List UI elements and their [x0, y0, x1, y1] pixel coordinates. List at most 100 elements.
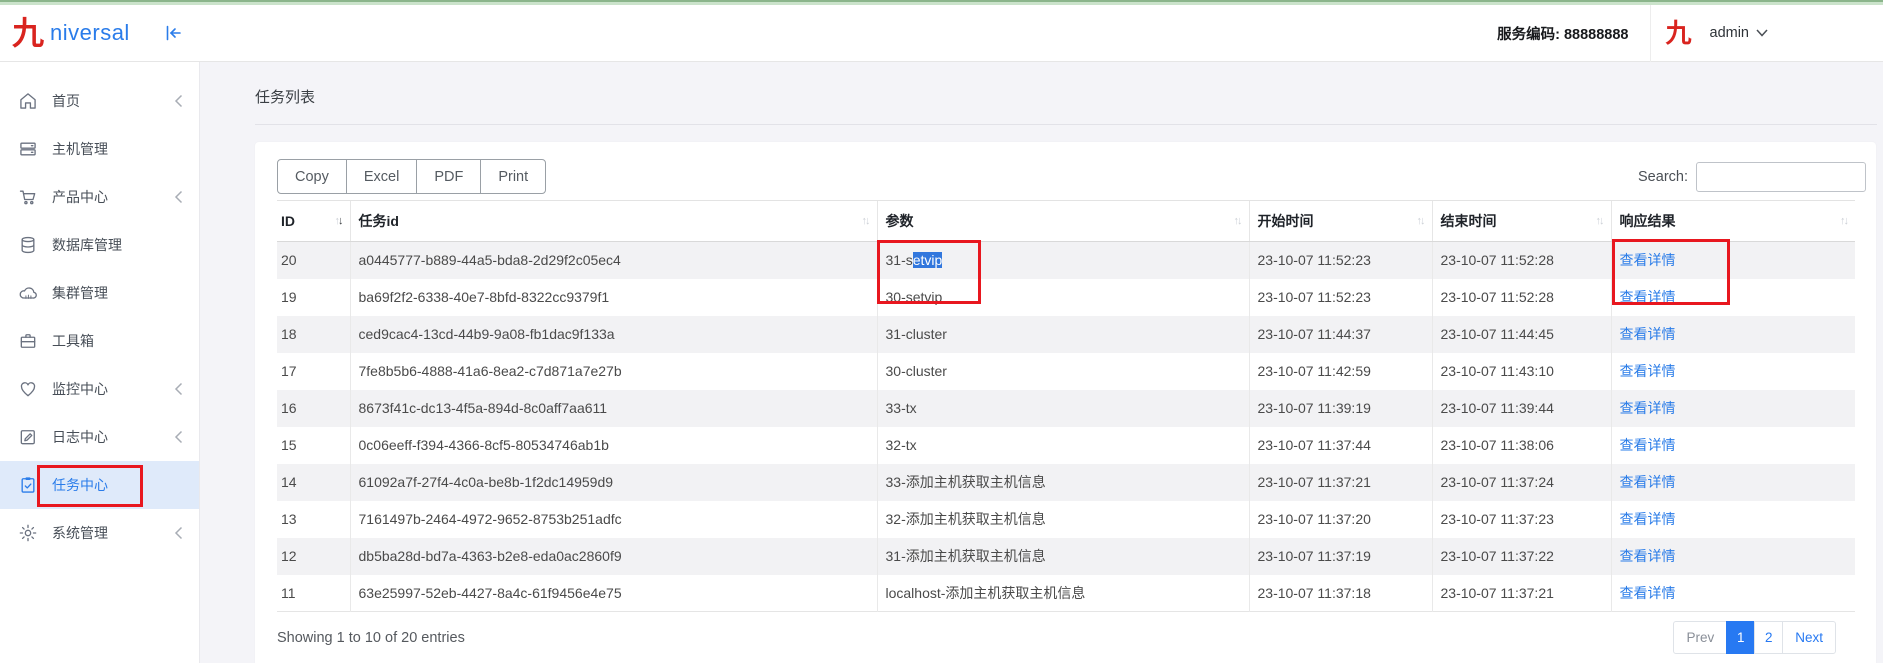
column-header-响应结果[interactable]: 响应结果 ↑↓	[1611, 201, 1855, 242]
view-details-link[interactable]: 查看详情	[1620, 474, 1676, 490]
view-details-link[interactable]: 查看详情	[1620, 437, 1676, 453]
table-row: 1163e25997-52eb-4427-8a4c-61f9456e4e75lo…	[277, 575, 1855, 612]
cell-id: 14	[277, 464, 350, 501]
sidebar-item-日志中心[interactable]: 日志中心	[0, 413, 199, 461]
sort-icon: ↑↓	[1417, 215, 1426, 227]
column-label: 响应结果	[1620, 211, 1676, 231]
search-box: Search:	[1638, 162, 1866, 192]
column-header-任务id[interactable]: 任务id↑↓	[350, 201, 877, 242]
pagination: Prev12Next	[1673, 621, 1836, 654]
chevron-left-icon	[174, 526, 183, 540]
cell-id: 19	[277, 279, 350, 316]
main-content: 任务列表 CopyExcelPDFPrint Search: ID↑↓任务id↑…	[200, 62, 1883, 663]
user-name: admin	[1710, 25, 1750, 41]
column-label: 结束时间	[1441, 211, 1497, 231]
cell-response: 查看详情	[1611, 575, 1855, 612]
top-green-strip	[0, 0, 1883, 5]
cell-response: 查看详情	[1611, 279, 1855, 316]
sort-icon: ↑↓	[1840, 215, 1849, 227]
column-header-结束时间[interactable]: 结束时间↑↓	[1432, 201, 1611, 242]
page-title: 任务列表	[255, 86, 1883, 107]
user-menu[interactable]: admin	[1710, 25, 1769, 41]
product-cart-icon	[18, 187, 38, 207]
table-row: 12db5ba28d-bd7a-4363-b2e8-eda0ac2860f931…	[277, 538, 1855, 575]
view-details-link[interactable]: 查看详情	[1620, 511, 1676, 527]
cell-task-id: a0445777-b889-44a5-bda8-2d29f2c05ec4	[350, 242, 877, 279]
database-icon	[18, 235, 38, 255]
cell-end-time: 23-10-07 11:44:45	[1432, 316, 1611, 353]
cell-task-id: 7161497b-2464-4972-9652-8753b251adfc	[350, 501, 877, 538]
search-input[interactable]	[1696, 162, 1866, 192]
topbar: 九 niversal 服务编码: 88888888 九 admin	[0, 5, 1883, 62]
column-label: 参数	[886, 211, 914, 231]
cell-task-id: 0c06eeff-f394-4366-8cf5-80534746ab1b	[350, 427, 877, 464]
export-pdf-button[interactable]: PDF	[416, 159, 481, 194]
view-details-link[interactable]: 查看详情	[1620, 585, 1676, 601]
table-row: 137161497b-2464-4972-9652-8753b251adfc32…	[277, 501, 1855, 538]
sidebar-item-首页[interactable]: 首页	[0, 77, 199, 125]
cell-param: 31-添加主机获取主机信息	[877, 538, 1249, 575]
view-details-link[interactable]: 查看详情	[1620, 548, 1676, 564]
sidebar-item-label: 任务中心	[52, 475, 108, 495]
sidebar-item-系统管理[interactable]: 系统管理	[0, 509, 199, 557]
cell-task-id: 61092a7f-27f4-4c0a-be8b-1f2dc14959d9	[350, 464, 877, 501]
cell-end-time: 23-10-07 11:52:28	[1432, 279, 1611, 316]
cell-response: 查看详情	[1611, 538, 1855, 575]
pagination-prev-button[interactable]: Prev	[1673, 621, 1727, 654]
sidebar-item-监控中心[interactable]: 监控中心	[0, 365, 199, 413]
sidebar-item-label: 工具箱	[52, 331, 94, 351]
sidebar-item-工具箱[interactable]: 工具箱	[0, 317, 199, 365]
pagination-next-button[interactable]: Next	[1782, 621, 1836, 654]
service-code: 服务编码: 88888888	[1497, 23, 1628, 44]
cluster-cloud-icon	[18, 283, 38, 303]
title-divider	[255, 124, 1877, 125]
cell-param: 30-cluster	[877, 353, 1249, 390]
logo-text: niversal	[50, 20, 130, 46]
cell-id: 18	[277, 316, 350, 353]
cell-task-id: db5ba28d-bd7a-4363-b2e8-eda0ac2860f9	[350, 538, 877, 575]
sidebar-item-主机管理[interactable]: 主机管理	[0, 125, 199, 173]
brand: 九 niversal	[0, 5, 200, 61]
column-header-ID[interactable]: ID↑↓	[277, 201, 350, 242]
export-print-button[interactable]: Print	[480, 159, 546, 194]
sidebar-item-数据库管理[interactable]: 数据库管理	[0, 221, 199, 269]
cell-response: 查看详情	[1611, 501, 1855, 538]
view-details-link[interactable]: 查看详情	[1620, 289, 1676, 305]
cell-id: 17	[277, 353, 350, 390]
pagination-page-2[interactable]: 2	[1754, 621, 1783, 654]
sidebar-collapse-icon[interactable]	[165, 25, 182, 46]
table-row: 19ba69f2f2-6338-40e7-8bfd-8322cc9379f130…	[277, 279, 1855, 316]
sidebar-item-集群管理[interactable]: 集群管理	[0, 269, 199, 317]
view-details-link[interactable]: 查看详情	[1620, 252, 1676, 268]
search-label: Search:	[1638, 169, 1688, 185]
cell-start-time: 23-10-07 11:52:23	[1249, 279, 1432, 316]
cell-response: 查看详情	[1611, 464, 1855, 501]
view-details-link[interactable]: 查看详情	[1620, 363, 1676, 379]
monitor-heart-icon	[18, 379, 38, 399]
sidebar-item-产品中心[interactable]: 产品中心	[0, 173, 199, 221]
sidebar-item-label: 数据库管理	[52, 235, 122, 255]
cell-start-time: 23-10-07 11:37:20	[1249, 501, 1432, 538]
cell-start-time: 23-10-07 11:37:18	[1249, 575, 1432, 612]
sidebar-item-label: 集群管理	[52, 283, 108, 303]
sidebar-item-任务中心[interactable]: 任务中心	[0, 461, 199, 509]
cell-start-time: 23-10-07 11:44:37	[1249, 316, 1432, 353]
cell-id: 16	[277, 390, 350, 427]
export-excel-button[interactable]: Excel	[346, 159, 417, 194]
home-icon	[18, 91, 38, 111]
pagination-page-1[interactable]: 1	[1726, 621, 1755, 654]
cell-response: 查看详情	[1611, 242, 1855, 279]
export-copy-button[interactable]: Copy	[277, 159, 347, 194]
app-window: 九 niversal 服务编码: 88888888 九 admin 首页主机管理…	[0, 0, 1883, 663]
table-row: 168673f41c-dc13-4f5a-894d-8c0aff7aa61133…	[277, 390, 1855, 427]
column-header-参数[interactable]: 参数↑↓	[877, 201, 1249, 242]
sort-icon: ↑↓	[862, 215, 871, 227]
view-details-link[interactable]: 查看详情	[1620, 400, 1676, 416]
view-details-link[interactable]: 查看详情	[1620, 326, 1676, 342]
cell-end-time: 23-10-07 11:52:28	[1432, 242, 1611, 279]
column-header-开始时间[interactable]: 开始时间 ↑↓	[1249, 201, 1432, 242]
table-footer: Showing 1 to 10 of 20 entries Prev12Next	[277, 621, 1854, 654]
toolbox-icon	[18, 331, 38, 351]
cell-end-time: 23-10-07 11:37:24	[1432, 464, 1611, 501]
column-label: 开始时间	[1258, 211, 1314, 231]
